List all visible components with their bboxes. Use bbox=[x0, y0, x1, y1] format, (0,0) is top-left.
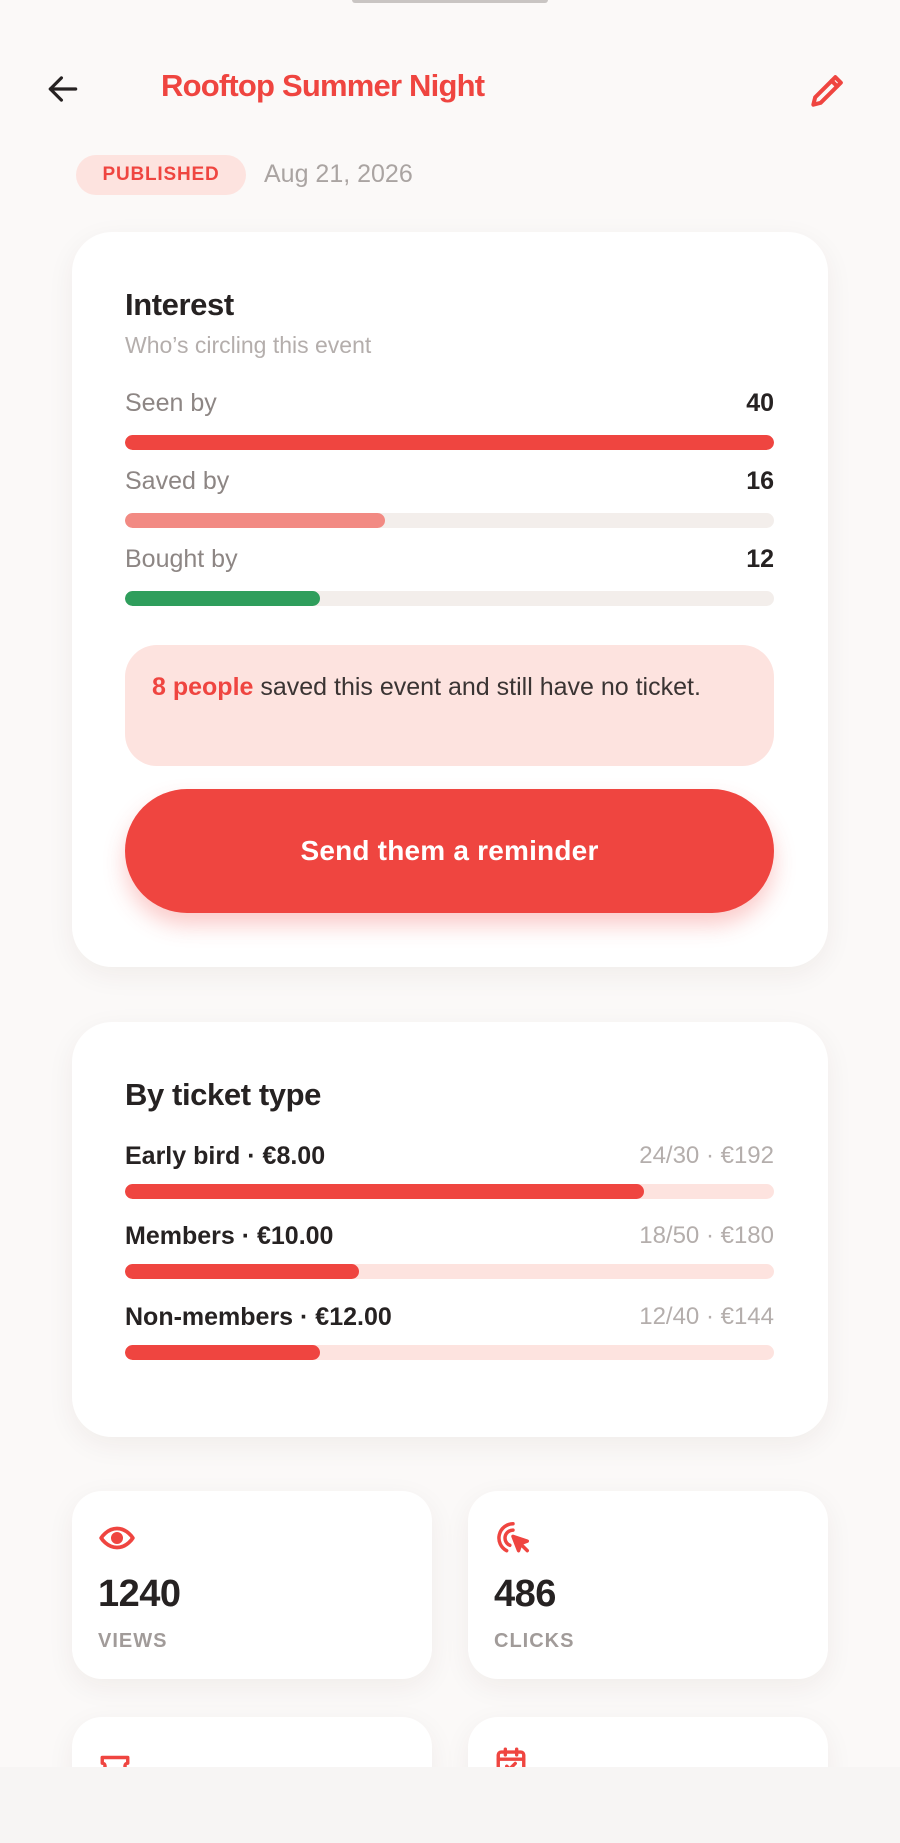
metric-label: Bought by bbox=[125, 545, 238, 573]
metric-label: Seen by bbox=[125, 389, 217, 417]
reminder-note: 8 people saved this event and still have… bbox=[125, 645, 774, 766]
ticket-stats: 18/50 · €180 bbox=[639, 1222, 774, 1249]
metric-bar-track bbox=[125, 513, 774, 528]
metric-bar-fill bbox=[125, 591, 320, 606]
eye-icon bbox=[99, 1526, 135, 1550]
ticket-stats: 12/40 · €144 bbox=[639, 1303, 774, 1330]
metric-bar-fill bbox=[125, 513, 385, 528]
ticket-bar-fill bbox=[125, 1264, 359, 1279]
scroll-content[interactable]: Rooftop Summer Night PUBLISHED Aug 21, 2… bbox=[0, 0, 900, 1767]
ticket-bar-fill bbox=[125, 1184, 645, 1199]
stat-value: 486 bbox=[494, 1573, 556, 1615]
pencil-icon bbox=[811, 75, 843, 107]
bottom-bar-area bbox=[0, 1767, 900, 1843]
stat-label: VIEWS bbox=[98, 1630, 168, 1652]
interest-title: Interest bbox=[125, 287, 234, 322]
note-text: saved this event and still have no ticke… bbox=[253, 673, 701, 701]
ticket-type-card: By ticket type Early bird · €8.00 24/30 … bbox=[72, 1022, 828, 1437]
stat-label: CLICKS bbox=[494, 1630, 575, 1652]
interest-card: Interest Who’s circling this event Seen … bbox=[72, 232, 828, 967]
ticket-name: Early bird · €8.00 bbox=[125, 1142, 326, 1170]
ticket-icon bbox=[100, 1755, 130, 1767]
ticket-bar-track bbox=[125, 1184, 774, 1199]
ticket-bar-track bbox=[125, 1345, 774, 1360]
metric-value: 40 bbox=[746, 389, 774, 417]
metric-bar-track bbox=[125, 435, 774, 450]
ticket-stats: 24/30 · €192 bbox=[639, 1142, 774, 1169]
interest-subtitle: Who’s circling this event bbox=[125, 332, 372, 358]
back-button[interactable] bbox=[40, 66, 86, 112]
edit-button[interactable] bbox=[800, 62, 856, 118]
metric-value: 12 bbox=[746, 545, 774, 573]
calendar-check-icon bbox=[496, 1747, 526, 1767]
cursor-click-icon bbox=[497, 1522, 529, 1553]
ticket-bar-fill bbox=[125, 1345, 320, 1360]
metric-value: 16 bbox=[746, 467, 774, 495]
status-badge: PUBLISHED bbox=[76, 155, 246, 195]
stat-card-calendar[interactable] bbox=[468, 1717, 828, 1767]
ticket-type-title: By ticket type bbox=[125, 1077, 321, 1112]
stat-card-clicks[interactable]: 486 CLICKS bbox=[468, 1491, 828, 1679]
metric-bar-fill bbox=[125, 435, 774, 450]
stat-value: 1240 bbox=[98, 1573, 181, 1615]
ticket-name: Members · €10.00 bbox=[125, 1222, 334, 1250]
stat-card-views[interactable]: 1240 VIEWS bbox=[72, 1491, 432, 1679]
send-reminder-button[interactable]: Send them a reminder bbox=[125, 789, 774, 913]
metric-label: Saved by bbox=[125, 467, 230, 495]
note-highlight: 8 people bbox=[152, 673, 254, 701]
event-date: Aug 21, 2026 bbox=[264, 160, 413, 188]
stat-card-tickets[interactable] bbox=[72, 1717, 432, 1767]
page-title: Rooftop Summer Night bbox=[161, 68, 485, 103]
ticket-name: Non-members · €12.00 bbox=[125, 1303, 392, 1331]
ticket-bar-track bbox=[125, 1264, 774, 1279]
metric-bar-track bbox=[125, 591, 774, 606]
arrow-left-icon bbox=[48, 76, 78, 102]
